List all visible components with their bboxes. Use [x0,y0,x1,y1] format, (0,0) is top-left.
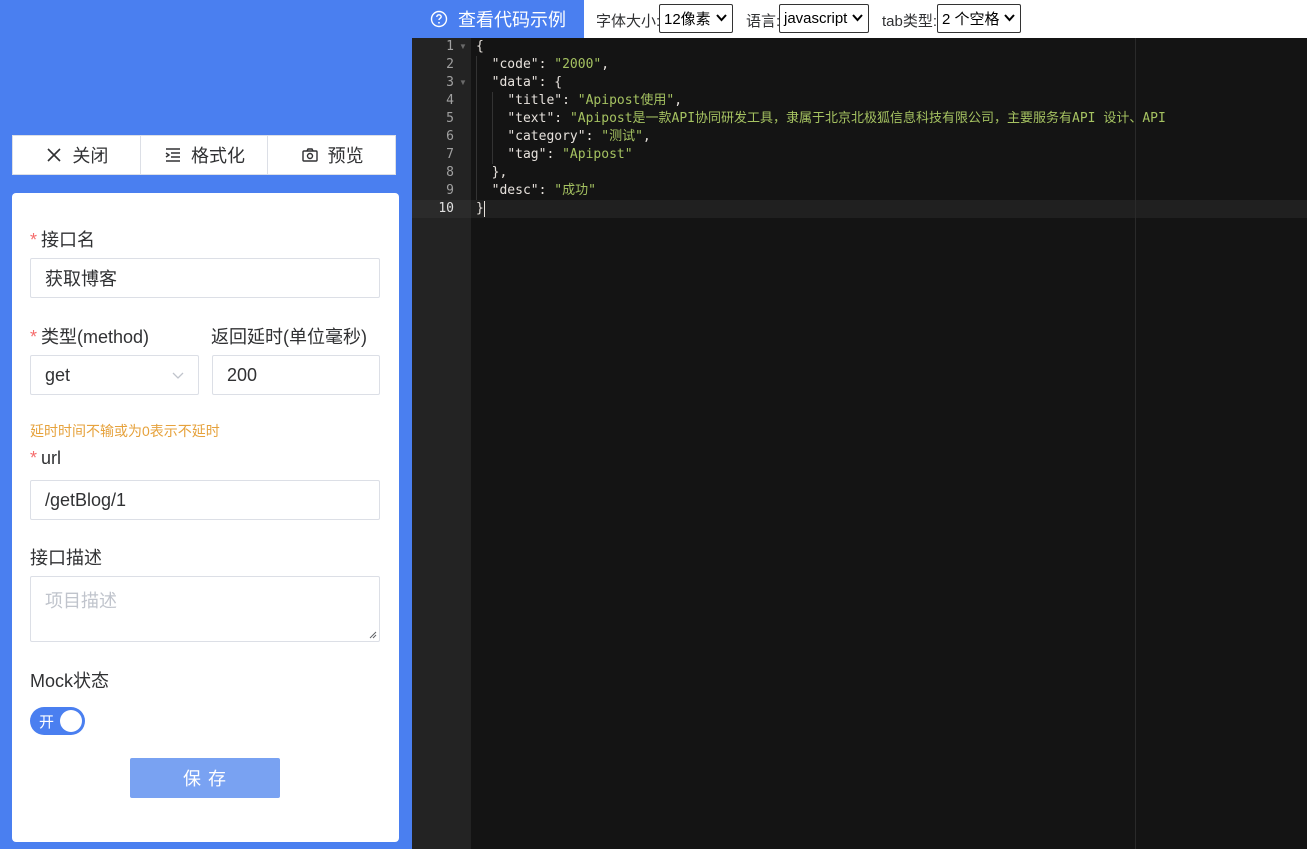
line-number: 6 [446,129,454,144]
language-select[interactable]: javascript [779,4,869,33]
required-mark: * [30,448,38,468]
question-circle-icon [430,10,448,28]
name-label: * 接口名 [30,230,96,250]
delay-label: 返回延时(单位毫秒) [211,327,367,347]
api-form: * 接口名 获取博客 * 类型(method) get 返回延时(单位毫秒) 200… [12,193,399,842]
line-number: 10 [438,201,454,216]
code-line: { [476,39,484,54]
line-number: 3 [446,75,454,90]
line-number: 9 [446,183,454,198]
tab-code-example[interactable]: 查看代码示例 [412,0,584,38]
code-line: "tag": "Apipost" [507,147,633,162]
required-mark: * [30,230,38,250]
url-label: * url [30,448,62,468]
left-panel: 关闭 格式化 预览 * 接口名 获取博客 * 类型(method) get 返回延时… [0,0,412,849]
chevron-down-icon [1004,14,1015,22]
font-size-select[interactable]: 12像素 [659,4,733,33]
line-number: 8 [446,165,454,180]
resize-handle-icon[interactable] [369,631,377,639]
desc-label: 接口描述 [30,548,102,568]
close-icon [44,145,64,165]
close-button[interactable]: 关闭 [13,136,141,174]
line-number: 4 [446,93,454,108]
name-input[interactable]: 获取博客 [30,258,380,298]
editor-toolbar: 关闭 格式化 预览 [12,135,396,175]
delay-input[interactable]: 200 [212,355,380,395]
switch-text: 开 [39,714,55,731]
editor-topbar: 查看代码示例 字体大小: 12像素 语言: javascript tab类型: … [412,0,1307,38]
mock-switch[interactable]: 开 [30,707,85,735]
method-label: * 类型(method) [30,327,150,347]
desc-textarea[interactable]: 项目描述 [30,576,380,642]
code-line: } [476,201,484,216]
delay-hint: 延时时间不输或为0表示不延时 [30,423,220,439]
code-line: "desc": "成功" [491,183,596,198]
line-number: 7 [446,147,454,162]
fold-arrow-icon[interactable]: ▼ [459,74,467,92]
tab-type-label: tab类型: [882,13,938,30]
active-line-highlight [471,200,1307,218]
camera-icon [300,145,320,165]
line-number: 1 [446,39,454,54]
required-mark: * [30,327,38,347]
code-line: "data": { [491,75,563,90]
chevron-down-icon [716,14,727,22]
language-label: 语言: [746,13,781,30]
fold-arrow-icon[interactable]: ▼ [459,38,467,56]
tab-code-example-label: 查看代码示例 [458,10,566,30]
close-label: 关闭 [72,146,109,166]
format-label: 格式化 [191,146,245,166]
code-line: "code": "2000", [491,57,610,72]
url-input[interactable]: /getBlog/1 [30,480,380,520]
code-line: "text": "Apipost是一款API协同研发工具，隶属于北京北极狐信息科… [507,111,1166,126]
preview-label: 预览 [327,146,364,166]
print-margin [1135,38,1136,849]
line-number: 2 [446,57,454,72]
format-icon [163,145,183,165]
tab-type-select[interactable]: 2 个空格 [937,4,1021,33]
chevron-down-icon [852,14,863,22]
line-number: 5 [446,111,454,126]
code-line: "category": "测试", [507,129,651,144]
code-line: }, [491,165,508,180]
format-button[interactable]: 格式化 [141,136,269,174]
save-button[interactable]: 保 存 [130,758,280,798]
method-select[interactable]: get [30,355,199,395]
switch-knob [60,710,82,732]
text-cursor [484,201,485,217]
preview-button[interactable]: 预览 [268,136,395,174]
chevron-down-icon [172,372,184,379]
mock-label: Mock状态 [30,671,110,691]
font-size-label: 字体大小: [596,13,661,30]
code-line: "title": "Apipost使用", [507,93,683,108]
code-editor[interactable]: 1 2 3 4 5 6 7 8 9 10 ▼ ▼ { "code": "2000… [412,38,1307,849]
